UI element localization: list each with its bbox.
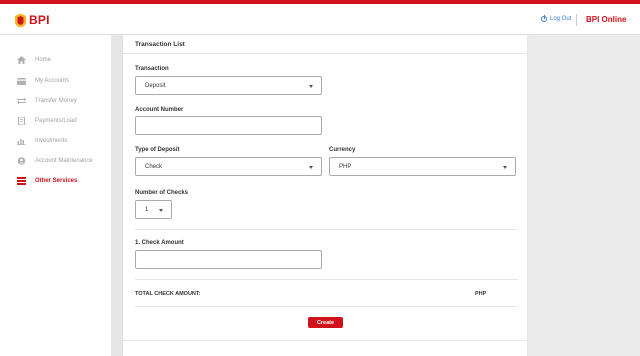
sidebar: Home My Accounts Transfer Money Payments…	[0, 35, 111, 356]
section-divider	[135, 306, 517, 307]
sidebar-item-transfer-money[interactable]: Transfer Money	[17, 95, 77, 107]
transaction-label: Transaction	[135, 66, 169, 72]
type-of-deposit-label: Type of Deposit	[135, 147, 180, 153]
account-number-label: Account Number	[135, 107, 184, 113]
bpi-logo[interactable]: BPI	[14, 12, 50, 28]
sidebar-item-home[interactable]: Home	[17, 54, 51, 66]
power-icon	[541, 15, 547, 22]
create-button[interactable]: Create	[308, 317, 343, 328]
check-amount-label: 1. Check Amount	[135, 240, 184, 246]
number-of-checks-label: Number of Checks	[135, 190, 189, 196]
number-of-checks-value: 1	[145, 206, 149, 213]
currency-select[interactable]: PHP	[329, 157, 516, 176]
chevron-down-icon	[503, 166, 507, 169]
check-amount-input[interactable]	[135, 250, 322, 269]
sidebar-item-label: Other Services	[35, 178, 78, 184]
sidebar-item-account-maintenance[interactable]: Account Maintenance	[17, 155, 93, 167]
transaction-select[interactable]: Deposit	[135, 76, 322, 95]
sidebar-item-label: Account Maintenance	[35, 158, 93, 164]
section-divider	[135, 279, 517, 280]
card-title-divider	[123, 53, 527, 54]
card-title: Transaction List	[135, 41, 185, 48]
sidebar-item-other-services[interactable]: Other Services	[17, 175, 77, 187]
type-of-deposit-select[interactable]: Check	[135, 157, 322, 176]
bar-chart-icon	[17, 137, 26, 145]
number-of-checks-select[interactable]: 1	[135, 200, 172, 219]
currency-label: Currency	[329, 147, 356, 153]
list-icon	[17, 177, 26, 185]
total-currency: PHP	[475, 291, 487, 297]
chevron-down-icon	[159, 209, 163, 212]
total-check-amount-label: TOTAL CHECK AMOUNT:	[135, 291, 201, 297]
sidebar-item-payments-load[interactable]: Payments/Load	[17, 115, 77, 127]
card-bottom-divider	[123, 340, 527, 341]
sidebar-item-investments[interactable]: Investments	[17, 135, 67, 147]
sidebar-item-label: Transfer Money	[35, 98, 77, 104]
sidebar-item-label: Investments	[35, 138, 68, 144]
transaction-form-card: Transaction List Transaction Deposit Acc…	[123, 35, 527, 356]
user-icon	[17, 157, 26, 165]
chevron-down-icon	[309, 166, 313, 169]
logout-link[interactable]: Log Out	[541, 15, 572, 22]
bill-icon	[17, 117, 26, 125]
transfer-icon	[17, 97, 26, 105]
sidebar-item-my-accounts[interactable]: My Accounts	[17, 75, 69, 87]
logo-text: BPI	[29, 13, 50, 27]
wallet-icon	[17, 77, 26, 85]
section-divider	[135, 229, 517, 230]
sidebar-gutter	[111, 35, 123, 356]
account-number-input[interactable]	[135, 116, 322, 135]
sidebar-item-label: Home	[35, 57, 52, 63]
chevron-down-icon	[309, 85, 313, 88]
transaction-select-value: Deposit	[145, 82, 166, 89]
brand-title: BPI Online	[586, 15, 627, 24]
bpi-emblem-icon	[14, 13, 27, 28]
header-divider	[576, 14, 577, 26]
home-icon	[17, 56, 26, 64]
logout-label: Log Out	[550, 16, 572, 22]
type-of-deposit-value: Check	[145, 163, 163, 170]
sidebar-item-label: Payments/Load	[35, 118, 77, 124]
sidebar-item-label: My Accounts	[35, 78, 70, 84]
header: BPI Log Out BPI Online	[0, 4, 640, 35]
currency-value: PHP	[339, 163, 352, 170]
